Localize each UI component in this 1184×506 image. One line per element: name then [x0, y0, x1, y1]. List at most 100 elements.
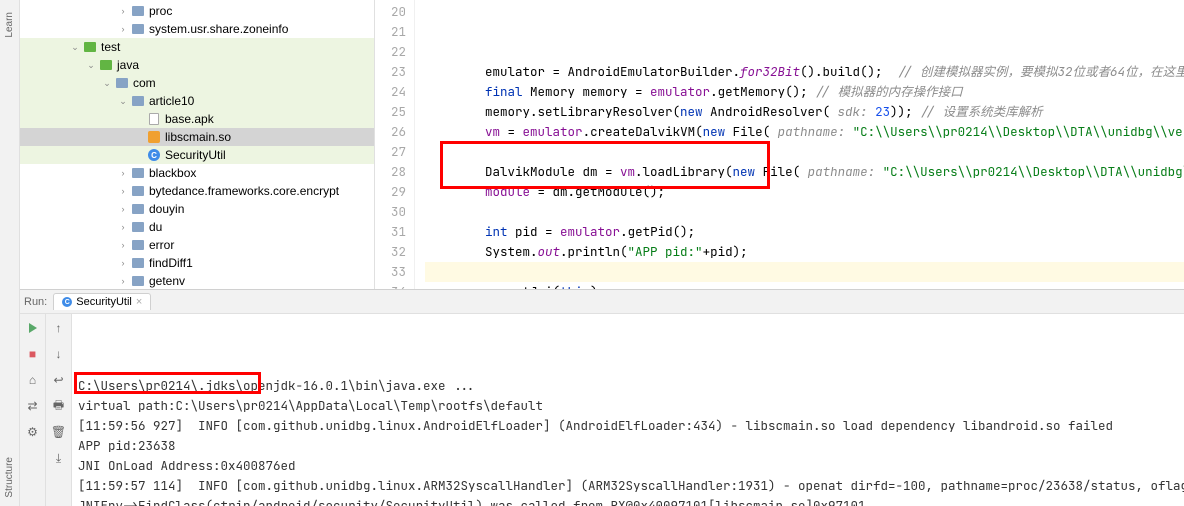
code-line[interactable]	[425, 142, 1184, 162]
tree-item-proc[interactable]: › proc	[20, 2, 374, 20]
code-editor[interactable]: 202122232425262728293031323334 emulator …	[375, 0, 1184, 289]
tree-item-error[interactable]: ›error	[20, 236, 374, 254]
folder-icon	[130, 24, 146, 34]
code-line[interactable]: emulator = AndroidEmulatorBuilder.for32B…	[425, 62, 1184, 82]
camera-button[interactable]: ⌂	[23, 370, 43, 390]
line-number: 23	[375, 62, 406, 82]
folder-icon	[130, 6, 146, 16]
tree-item-label: bytedance.frameworks.core.encrypt	[149, 184, 339, 198]
code-line[interactable]	[425, 202, 1184, 222]
folder-icon	[130, 204, 146, 214]
chevron-right-icon[interactable]: ›	[116, 24, 130, 34]
class-icon: C	[62, 297, 72, 307]
run-config-name: SecurityUtil	[76, 296, 132, 308]
code-line[interactable]: DalvikModule dm = vm.loadLibrary(new Fil…	[425, 162, 1184, 182]
tree-item-label: blackbox	[149, 166, 196, 180]
chevron-right-icon[interactable]: ›	[116, 6, 130, 16]
scroll-end-button[interactable]: ⤓	[49, 448, 69, 468]
chevron-right-icon[interactable]: ›	[116, 258, 130, 268]
tree-item-libscmain-so[interactable]: libscmain.so	[20, 128, 374, 146]
line-number: 33	[375, 262, 406, 282]
soft-wrap-button[interactable]: ↩	[49, 370, 69, 390]
tree-item-java[interactable]: ⌄ java	[20, 56, 374, 74]
code-line[interactable]: System.out.println("APP pid:"+pid);	[425, 242, 1184, 262]
code-line[interactable]: vm.setJni(this);	[425, 282, 1184, 289]
chevron-right-icon[interactable]: ›	[116, 222, 130, 232]
tree-item-label: article10	[149, 94, 194, 108]
tree-item-douyin[interactable]: ›douyin	[20, 200, 374, 218]
line-number: 25	[375, 102, 406, 122]
line-number: 24	[375, 82, 406, 102]
tree-item-article10[interactable]: ⌄ article10	[20, 92, 374, 110]
chevron-right-icon[interactable]: ›	[116, 240, 130, 250]
tree-item-base-apk[interactable]: base.apk	[20, 110, 374, 128]
print-button[interactable]: 🖶	[49, 396, 69, 416]
console-line: C:\Users\pr0214\.jdks\openjdk-16.0.1\bin…	[78, 376, 1178, 396]
console-output[interactable]: C:\Users\pr0214\.jdks\openjdk-16.0.1\bin…	[72, 314, 1184, 506]
structure-tab[interactable]: Structure	[4, 457, 15, 498]
chevron-down-icon[interactable]: ⌄	[68, 42, 82, 53]
stop-button[interactable]: ■	[23, 344, 43, 364]
project-tree[interactable]: ›proc›system.usr.share.zoneinfo⌄test⌄jav…	[20, 0, 375, 289]
left-tool-strip: Learn Structure	[0, 0, 20, 506]
learn-tab[interactable]: Learn	[4, 12, 15, 38]
layout-button[interactable]: ⇄	[23, 396, 43, 416]
tree-item-system-usr-share-zoneinfo[interactable]: ›system.usr.share.zoneinfo	[20, 20, 374, 38]
line-number: 27	[375, 142, 406, 162]
clear-button[interactable]: 🗑	[49, 422, 69, 442]
tree-item-blackbox[interactable]: › blackbox	[20, 164, 374, 182]
tree-item-securityutil[interactable]: CSecurityUtil	[20, 146, 374, 164]
chevron-down-icon[interactable]: ⌄	[84, 60, 98, 71]
line-number: 34	[375, 282, 406, 289]
console-line: JNIEnv->FindClass(ctrip/android/security…	[78, 496, 1178, 506]
tree-item-label: libscmain.so	[165, 130, 231, 144]
code-line[interactable]: memory.setLibraryResolver(new AndroidRes…	[425, 102, 1184, 122]
chevron-right-icon[interactable]: ›	[116, 204, 130, 214]
console-line: [11:59:57 114] INFO [com.github.unidbg.l…	[78, 476, 1178, 496]
run-label: Run:	[24, 296, 47, 308]
chevron-right-icon[interactable]: ›	[116, 168, 130, 178]
tree-item-label: proc	[149, 4, 172, 18]
tree-item-bytedance-frameworks-core-encrypt[interactable]: › bytedance.frameworks.core.encrypt	[20, 182, 374, 200]
down-button[interactable]: ↓	[49, 344, 69, 364]
file-icon	[146, 113, 162, 125]
tree-item-label: java	[117, 58, 139, 72]
tree-item-test[interactable]: ⌄ test	[20, 38, 374, 56]
code-line[interactable]	[425, 262, 1184, 282]
run-toolbar-secondary: ↑ ↓ ↩ 🖶 🗑 ⤓	[46, 314, 72, 506]
line-number: 22	[375, 42, 406, 62]
tree-item-label: com	[133, 76, 156, 90]
editor-code-area[interactable]: emulator = AndroidEmulatorBuilder.for32B…	[415, 0, 1184, 289]
code-line[interactable]: vm = emulator.createDalvikVM(new File( p…	[425, 122, 1184, 142]
tree-item-label: findDiff1	[149, 256, 193, 270]
code-line[interactable]: int pid = emulator.getPid();	[425, 222, 1184, 242]
tree-item-label: getenv	[149, 274, 185, 288]
rerun-button[interactable]	[23, 318, 43, 338]
line-number: 28	[375, 162, 406, 182]
line-number: 31	[375, 222, 406, 242]
run-panel: ■ ⌂ ⇄ ⚙ ↑ ↓ ↩ 🖶 🗑 ⤓ C:\Users\pr0214\.jdk…	[20, 314, 1184, 506]
up-button[interactable]: ↑	[49, 318, 69, 338]
tree-item-getenv[interactable]: › getenv	[20, 272, 374, 289]
class-icon: C	[146, 149, 162, 161]
close-icon[interactable]: ×	[136, 296, 142, 308]
chevron-right-icon[interactable]: ›	[116, 276, 130, 286]
settings-button[interactable]: ⚙	[23, 422, 43, 442]
run-panel-header: Run: C SecurityUtil ×	[20, 290, 1184, 314]
chevron-right-icon[interactable]: ›	[116, 186, 130, 196]
chevron-down-icon[interactable]: ⌄	[116, 96, 130, 107]
lib-icon	[146, 131, 162, 143]
folder-icon	[130, 240, 146, 250]
folder-icon	[114, 78, 130, 88]
tree-item-com[interactable]: ⌄ com	[20, 74, 374, 92]
tree-item-finddiff1[interactable]: › findDiff1	[20, 254, 374, 272]
console-line: APP pid:23638	[78, 436, 1178, 456]
tree-item-du[interactable]: ›du	[20, 218, 374, 236]
folder-icon	[130, 222, 146, 232]
tree-item-label: test	[101, 40, 120, 54]
run-config-tab[interactable]: C SecurityUtil ×	[53, 293, 151, 310]
line-number: 30	[375, 202, 406, 222]
code-line[interactable]: final Memory memory = emulator.getMemory…	[425, 82, 1184, 102]
code-line[interactable]: module = dm.getModule();	[425, 182, 1184, 202]
chevron-down-icon[interactable]: ⌄	[100, 78, 114, 89]
